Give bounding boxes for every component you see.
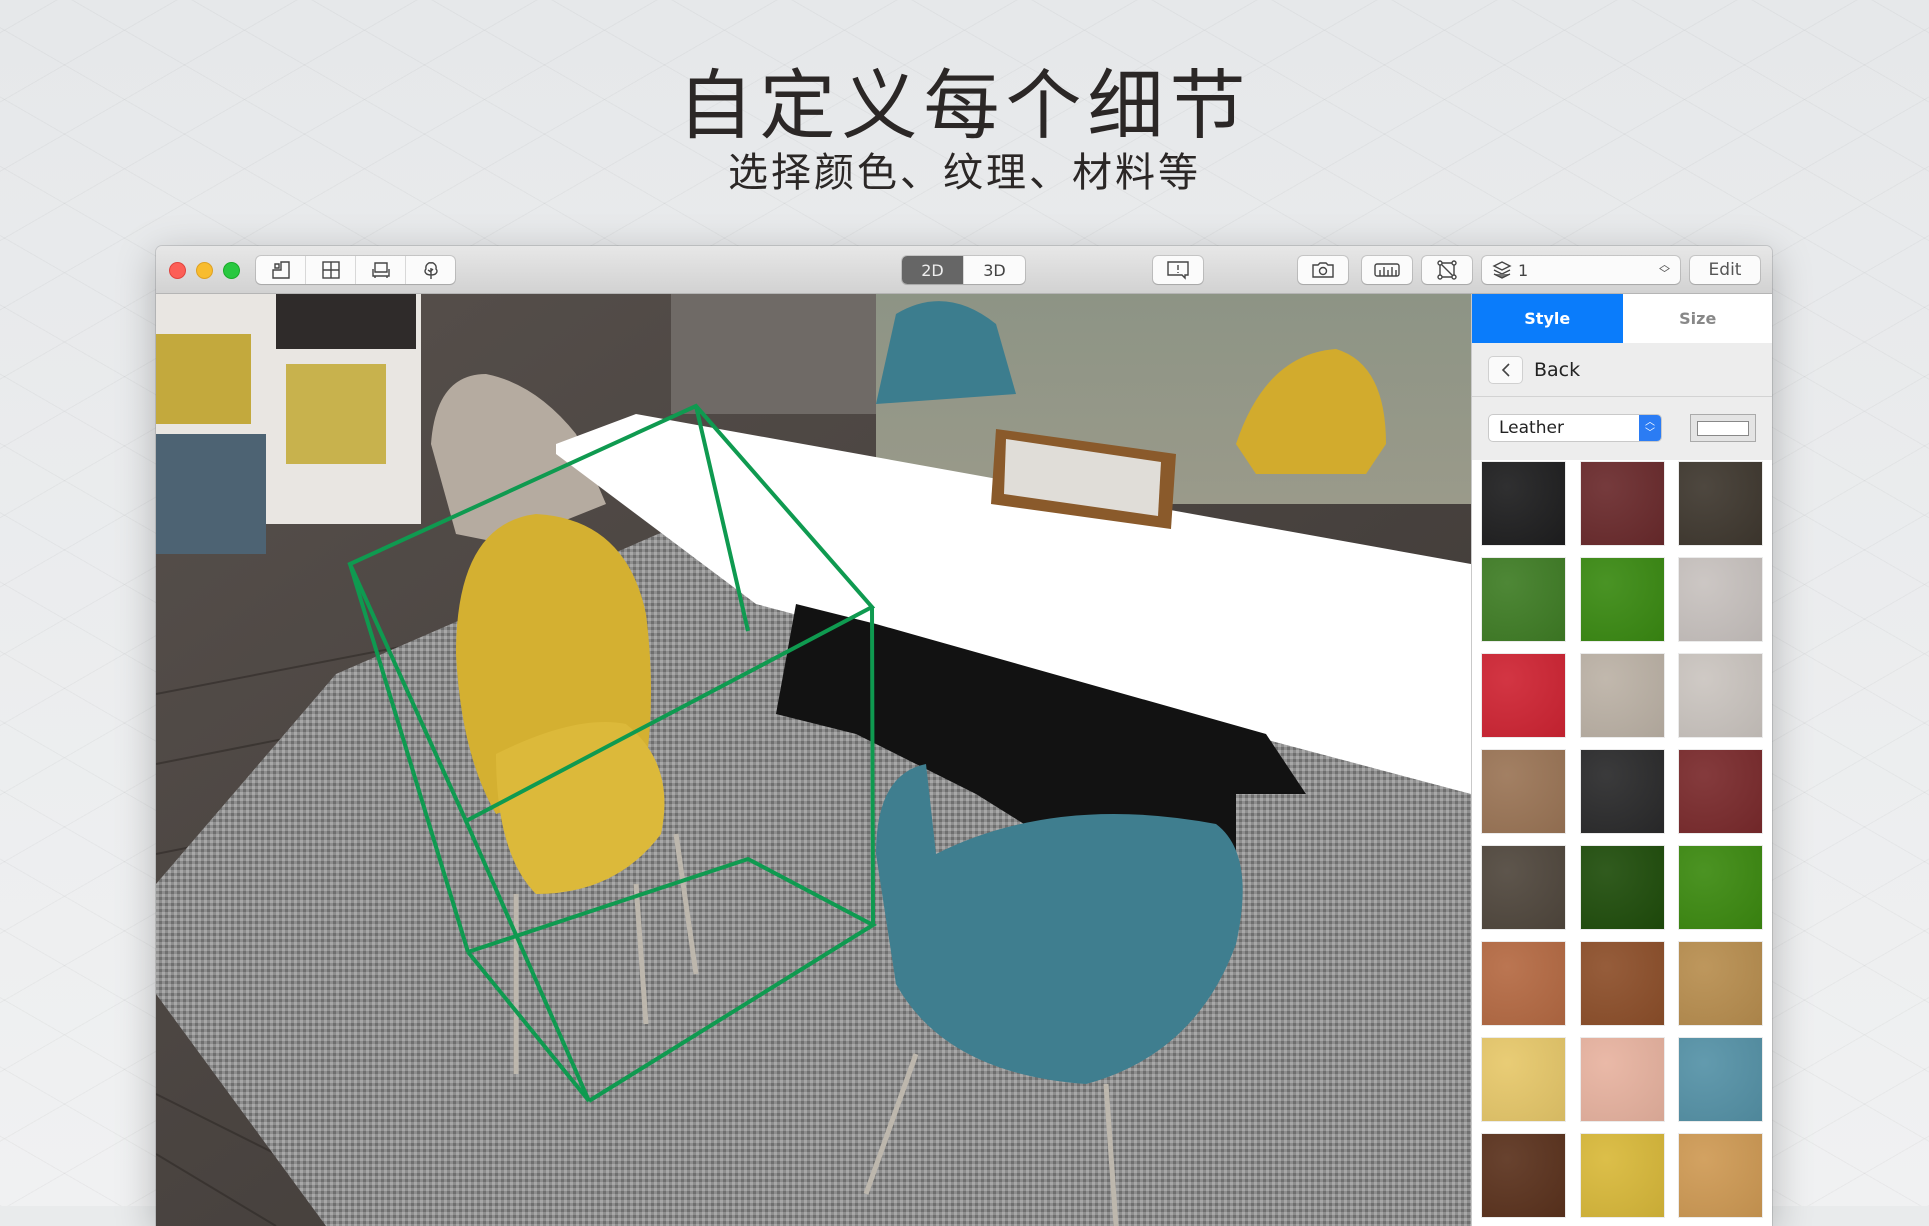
swatch-burgundy[interactable] (1679, 750, 1762, 833)
curtain (671, 294, 876, 414)
swatch-saddle-brown[interactable] (1581, 942, 1664, 1025)
swatch-dark-brown-grey[interactable] (1482, 846, 1565, 929)
level-value: 1 (1518, 260, 1529, 280)
view-2d-button[interactable]: 2D (902, 256, 964, 284)
color-well-swatch (1698, 421, 1748, 435)
furniture-icon (371, 262, 390, 278)
material-select[interactable]: Leather ︿ ﹀ (1489, 415, 1661, 441)
color-well[interactable] (1691, 415, 1755, 441)
ruler-icon (1374, 263, 1400, 277)
transform-button[interactable] (1422, 256, 1472, 284)
swatch-green[interactable] (1679, 846, 1762, 929)
edit-button[interactable]: Edit (1690, 256, 1760, 284)
swatch-ochre-crackle[interactable] (1679, 942, 1762, 1025)
zoom-button[interactable] (223, 262, 240, 279)
swatch-teal-blue[interactable] (1679, 1038, 1762, 1121)
transform-icon (1437, 260, 1457, 280)
select-chevrons-icon: ︿ ﹀ (1639, 415, 1661, 441)
close-button[interactable] (169, 262, 186, 279)
swatch-tan[interactable] (1482, 750, 1565, 833)
material-row: Leather ︿ ﹀ (1472, 397, 1772, 459)
back-button[interactable] (1489, 356, 1522, 383)
swatch-mustard[interactable] (1581, 1134, 1664, 1217)
view-3d-button[interactable]: 3D (964, 256, 1025, 284)
minimize-button[interactable] (196, 262, 213, 279)
tree-icon (423, 262, 438, 279)
room-plan-button[interactable] (256, 256, 306, 284)
tab-size[interactable]: Size (1622, 294, 1772, 343)
swatch-rust-mottled[interactable] (1482, 942, 1565, 1025)
view-mode-toggle: 2D 3D (902, 256, 1025, 284)
furniture-button[interactable] (356, 256, 406, 284)
swatch-grass-green[interactable] (1581, 558, 1664, 641)
chevron-left-icon (1501, 362, 1510, 377)
swatch-red[interactable] (1482, 654, 1565, 737)
swatch-mottled-green[interactable] (1482, 558, 1565, 641)
swatch-black[interactable] (1482, 462, 1565, 545)
swatch-dark-taupe[interactable] (1679, 462, 1762, 545)
app-window: 2D 3D 1 ︿ ﹀ Edit Style Size Back Leather… (156, 246, 1772, 1226)
feedback-button[interactable] (1153, 256, 1203, 284)
swatch-forest-green[interactable] (1581, 846, 1664, 929)
layers-icon (1492, 261, 1512, 279)
tool-segment (256, 256, 455, 284)
swatch-beige[interactable] (1581, 654, 1664, 737)
swatch-butter-yellow[interactable] (1482, 1038, 1565, 1121)
swatch-charcoal[interactable] (1581, 750, 1664, 833)
stepper-chevrons-icon: ︿ ﹀ (1659, 258, 1670, 280)
material-swatch-grid (1472, 460, 1772, 1226)
swatch-caramel[interactable] (1679, 1134, 1762, 1217)
inspector-tabs: Style Size (1472, 294, 1772, 343)
bookshelf (156, 294, 421, 554)
feedback-icon (1167, 261, 1189, 280)
inspector-panel: Style Size Back Leather ︿ ﹀ (1471, 294, 1772, 1226)
ruler-button[interactable] (1362, 256, 1412, 284)
window-grid-icon (321, 261, 340, 279)
room-plan-icon (271, 261, 290, 279)
toolbar: 2D 3D 1 ︿ ﹀ Edit (156, 246, 1772, 294)
back-label: Back (1534, 358, 1581, 381)
camera-button[interactable] (1298, 256, 1348, 284)
tab-style[interactable]: Style (1472, 294, 1623, 343)
window-grid-button[interactable] (306, 256, 356, 284)
3d-viewport[interactable] (156, 294, 1471, 1226)
material-select-value: Leather (1499, 418, 1564, 438)
tree-button[interactable] (406, 256, 455, 284)
swatch-light-grey[interactable] (1679, 558, 1762, 641)
swatch-pale-grey[interactable] (1679, 654, 1762, 737)
camera-icon (1312, 262, 1334, 278)
promo-headline: 自定义每个细节 (677, 61, 1252, 150)
level-selector[interactable]: 1 ︿ ﹀ (1482, 256, 1680, 284)
swatch-chocolate[interactable] (1482, 1134, 1565, 1217)
promo-subline: 选择颜色、纹理、材料等 (728, 150, 1201, 196)
swatch-blush[interactable] (1581, 1038, 1664, 1121)
scene-render (156, 294, 1471, 1226)
back-row: Back (1472, 343, 1772, 397)
swatch-maroon[interactable] (1581, 462, 1664, 545)
